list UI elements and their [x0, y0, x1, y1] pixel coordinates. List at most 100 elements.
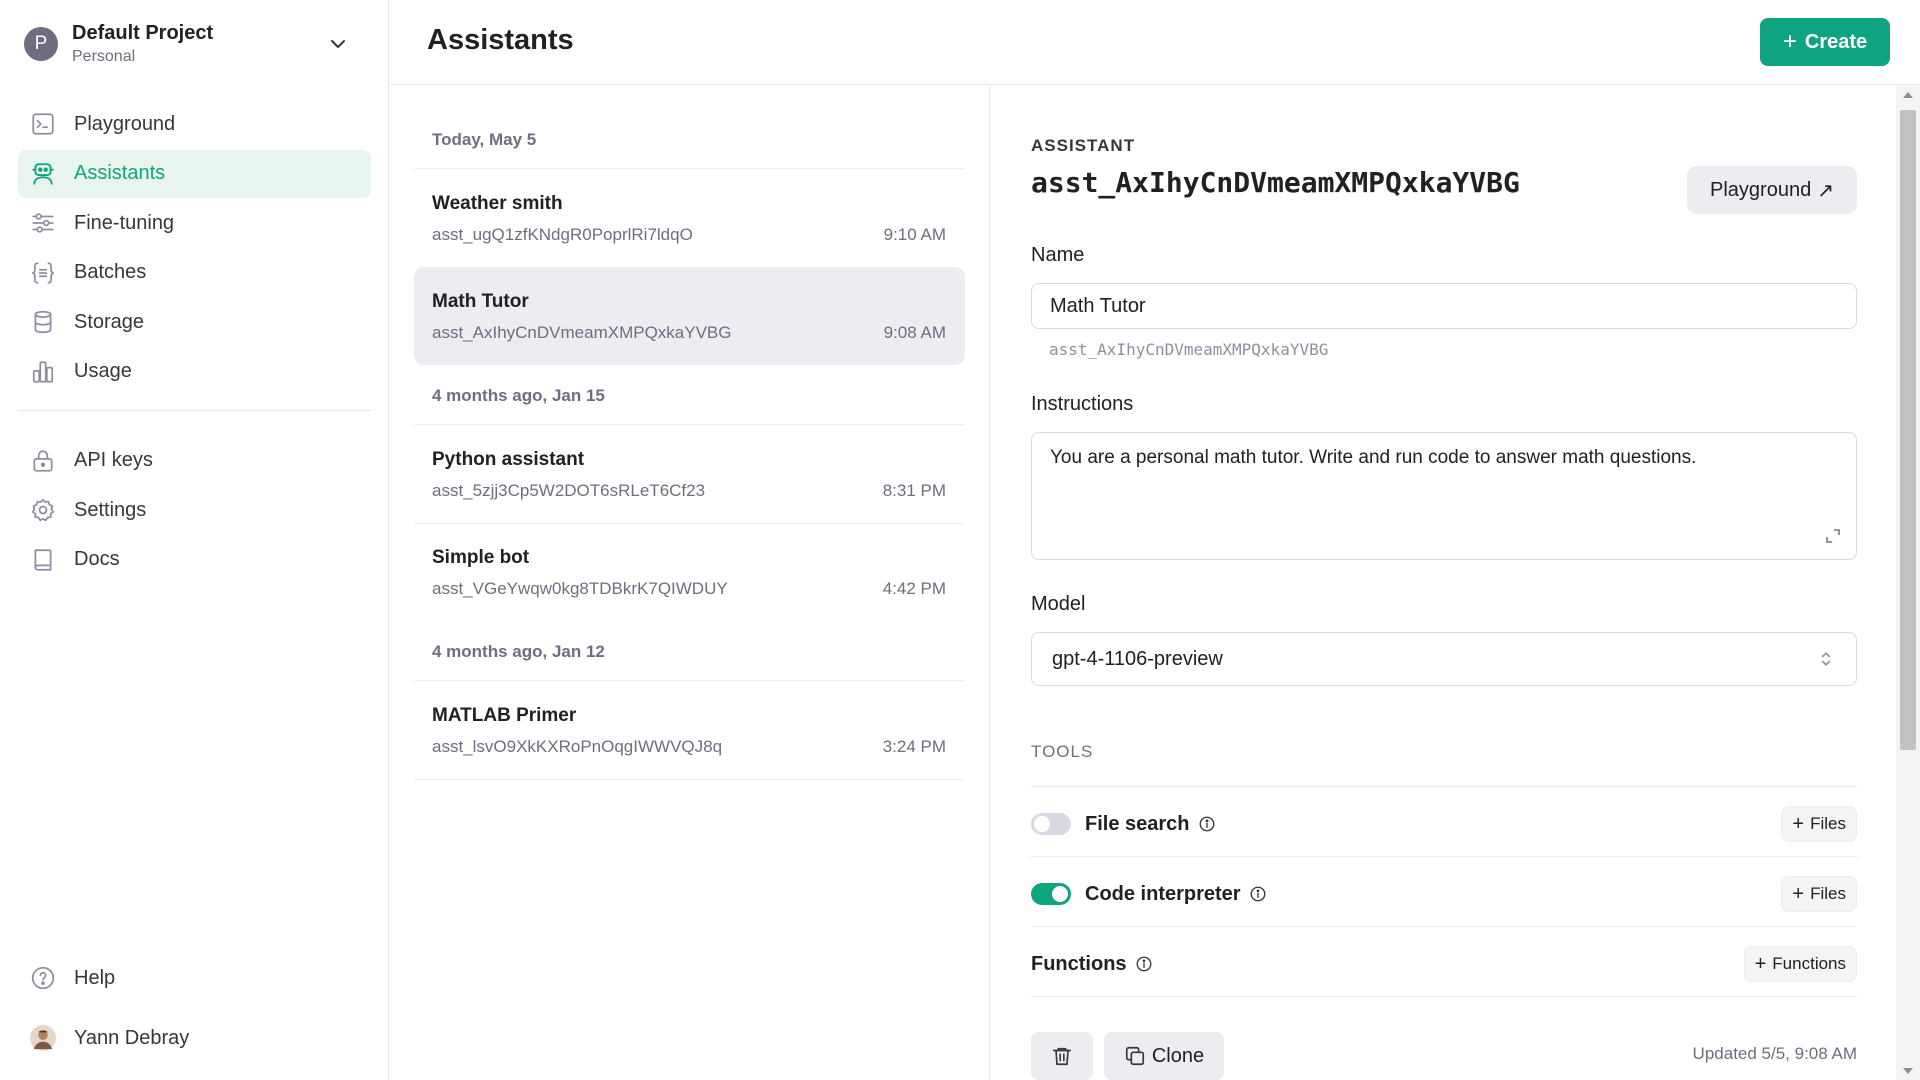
expand-icon[interactable]: [1824, 527, 1842, 545]
plus-icon: +: [1792, 812, 1805, 835]
scroll-up-icon[interactable]: [1903, 92, 1913, 98]
nav-label-api-keys: API keys: [74, 449, 153, 471]
plus-icon: +: [1754, 952, 1767, 975]
list-item[interactable]: Simple bot asst_VGeYwqw0kg8TDBkrK7QIWDUY…: [414, 523, 965, 621]
bar-chart-icon: [30, 359, 56, 385]
file-search-files-button[interactable]: + Files: [1781, 806, 1857, 842]
functions-label: Functions: [1031, 952, 1127, 975]
assistant-id: asst_AxIhyCnDVmeamXMPQxkaYVBG: [432, 323, 732, 342]
list-item-selected[interactable]: Math Tutor asst_AxIhyCnDVmeamXMPQxkaYVBG…: [414, 267, 965, 365]
group-label: 4 months ago, Jan 15: [432, 386, 605, 405]
braces-list-icon: [30, 260, 56, 286]
instructions-label: Instructions: [1031, 393, 1134, 415]
assistant-time: 4:42 PM: [882, 579, 946, 598]
nav-item-api-keys[interactable]: API keys: [18, 437, 371, 485]
nav-item-docs[interactable]: Docs: [18, 536, 371, 584]
open-playground-button[interactable]: Playground ↗: [1687, 166, 1857, 214]
page-title: Assistants: [427, 24, 574, 56]
nav-item-fine-tuning[interactable]: Fine-tuning: [18, 199, 371, 247]
model-select[interactable]: gpt-4-1106-preview: [1031, 632, 1857, 686]
clone-label: Clone: [1151, 1044, 1205, 1067]
nav-item-batches[interactable]: Batches: [18, 249, 371, 297]
nav-item-playground[interactable]: Playground: [18, 100, 371, 148]
project-switcher[interactable]: P Default Project Personal: [24, 20, 350, 68]
project-type: Personal: [72, 48, 136, 65]
user-menu[interactable]: Yann Debray: [18, 1014, 371, 1062]
assistant-time: 9:10 AM: [883, 225, 946, 244]
assistant-id: asst_VGeYwqw0kg8TDBkrK7QIWDUY: [432, 579, 728, 598]
tools-label: TOOLS: [1031, 742, 1094, 761]
code-interpreter-toggle[interactable]: [1031, 883, 1071, 905]
robot-icon: [30, 161, 56, 187]
info-icon[interactable]: [1135, 955, 1153, 973]
primary-nav: Playground Assistants Fine-tuning Batche…: [18, 100, 371, 585]
help-circle-icon: [30, 965, 56, 991]
instructions-textarea[interactable]: You are a personal math tutor. Write and…: [1031, 432, 1857, 560]
nav-label-batches: Batches: [74, 261, 147, 283]
trash-icon: [1052, 1047, 1072, 1066]
nav-label-fine-tuning: Fine-tuning: [74, 211, 175, 234]
arrow-up-right-icon: ↗: [1817, 179, 1834, 202]
assistant-time: 3:24 PM: [882, 737, 946, 756]
name-label: Name: [1031, 244, 1085, 266]
list-item[interactable]: Python assistant asst_5zjj3Cp5W2DOT6sRLe…: [414, 425, 965, 523]
nav-item-storage[interactable]: Storage: [18, 298, 371, 346]
model-label: Model: [1031, 593, 1086, 615]
create-button[interactable]: + Create: [1760, 18, 1890, 66]
info-icon[interactable]: [1198, 815, 1216, 833]
assistant-id: asst_lsvO9XkKXRoPnOqgIWWVQJ8q: [432, 737, 723, 756]
tool-row-file-search: File search + Files: [1031, 796, 1857, 852]
nav-label-assistants: Assistants: [74, 162, 166, 184]
scrollbar-thumb[interactable]: [1900, 110, 1916, 750]
divider: [1031, 996, 1857, 997]
user-avatar: [30, 1025, 56, 1051]
tool-row-code-interpreter: Code interpreter + Files: [1031, 866, 1857, 922]
delete-button[interactable]: [1031, 1032, 1093, 1080]
nav-item-settings[interactable]: Settings: [18, 486, 371, 534]
add-function-button[interactable]: + Functions: [1743, 946, 1857, 982]
code-interpreter-files-button[interactable]: + Files: [1781, 876, 1857, 912]
info-icon[interactable]: [1249, 885, 1267, 903]
nav-item-usage[interactable]: Usage: [18, 348, 371, 396]
scroll-down-icon[interactable]: [1903, 1068, 1913, 1074]
nav-label-help: Help: [74, 966, 116, 989]
group-label: Today, May 5: [432, 130, 537, 149]
sidebar: P Default Project Personal Playground As…: [0, 0, 389, 1080]
project-name: Default Project: [72, 22, 214, 44]
scrollbar[interactable]: [1896, 86, 1920, 1080]
assistant-name: Math Tutor: [432, 291, 529, 312]
nav-item-help[interactable]: Help: [18, 954, 371, 1002]
user-name: Yann Debray: [74, 1026, 190, 1049]
sliders-icon: [30, 210, 56, 236]
group-label: 4 months ago, Jan 12: [432, 642, 605, 661]
divider: [1031, 926, 1857, 927]
list-item[interactable]: MATLAB Primer asst_lsvO9XkKXRoPnOqgIWWVQ…: [414, 681, 965, 779]
name-input[interactable]: Math Tutor: [1031, 283, 1857, 329]
instructions-text: You are a personal math tutor. Write and…: [1050, 447, 1697, 468]
sidebar-footer: Help Yann Debray: [18, 954, 371, 1064]
nav-label-playground: Playground: [74, 112, 176, 135]
files-label: Files: [1810, 884, 1846, 903]
assistant-time: 9:08 AM: [883, 323, 946, 342]
model-value: gpt-4-1106-preview: [1052, 648, 1223, 670]
assistant-name: Simple bot: [432, 547, 530, 568]
assistant-id: asst_ugQ1zfKNdgR0PoprlRi7ldqO: [432, 225, 693, 244]
plus-icon: +: [1782, 28, 1797, 55]
file-search-label: File search: [1085, 812, 1190, 835]
list-item[interactable]: Weather smith asst_ugQ1zfKNdgR0PoprlRi7l…: [414, 169, 965, 267]
name-assistant-id: asst_AxIhyCnDVmeamXMPQxkaYVBG: [1049, 340, 1329, 359]
assistant-name: MATLAB Primer: [432, 705, 577, 726]
file-search-toggle[interactable]: [1031, 813, 1071, 835]
nav-item-assistants[interactable]: Assistants: [18, 149, 371, 198]
code-interpreter-label: Code interpreter: [1085, 882, 1241, 905]
terminal-icon: [30, 111, 56, 137]
assistant-detail: ASSISTANT asst_AxIhyCnDVmeamXMPQxkaYVBG …: [991, 86, 1895, 1080]
nav-label-docs: Docs: [74, 548, 120, 570]
assistant-id-heading: asst_AxIhyCnDVmeamXMPQxkaYVBG: [1031, 166, 1520, 199]
assistant-name: Weather smith: [432, 193, 563, 214]
clone-button[interactable]: Clone: [1104, 1032, 1224, 1080]
section-label: ASSISTANT: [1031, 136, 1136, 155]
assistant-id: asst_5zjj3Cp5W2DOT6sRLeT6Cf23: [432, 481, 706, 500]
gear-icon: [30, 497, 56, 523]
files-label: Files: [1810, 814, 1846, 833]
